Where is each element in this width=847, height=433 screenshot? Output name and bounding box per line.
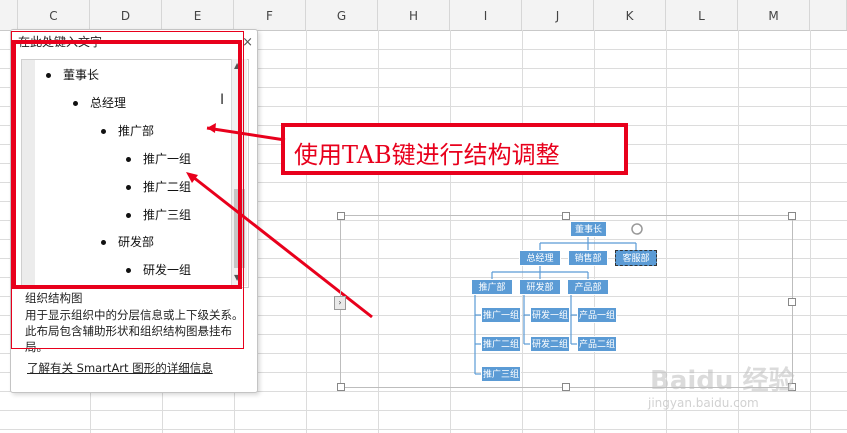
node-level4[interactable]: 推广二组 — [481, 336, 521, 352]
node-level2[interactable]: 销售部 — [568, 250, 608, 266]
node-level4[interactable]: 产品一组 — [577, 307, 617, 323]
node-level4[interactable]: 推广三组 — [481, 366, 521, 382]
watermark-url: jingyan.baidu.com — [648, 396, 759, 410]
node-level4[interactable]: 推广一组 — [481, 307, 521, 323]
node-level3[interactable]: 推广部 — [471, 279, 513, 295]
node-level2-selected[interactable]: 客服部 — [615, 250, 657, 266]
node-root[interactable]: 董事长 — [570, 221, 607, 237]
node-level2[interactable]: 总经理 — [519, 250, 561, 266]
node-level3[interactable]: 研发部 — [519, 279, 561, 295]
watermark-logo: Baidu 经验 — [650, 366, 795, 396]
node-level4[interactable]: 研发一组 — [530, 307, 570, 323]
node-level3[interactable]: 产品部 — [567, 279, 609, 295]
node-level4[interactable]: 研发二组 — [530, 336, 570, 352]
node-level4[interactable]: 产品二组 — [577, 336, 617, 352]
